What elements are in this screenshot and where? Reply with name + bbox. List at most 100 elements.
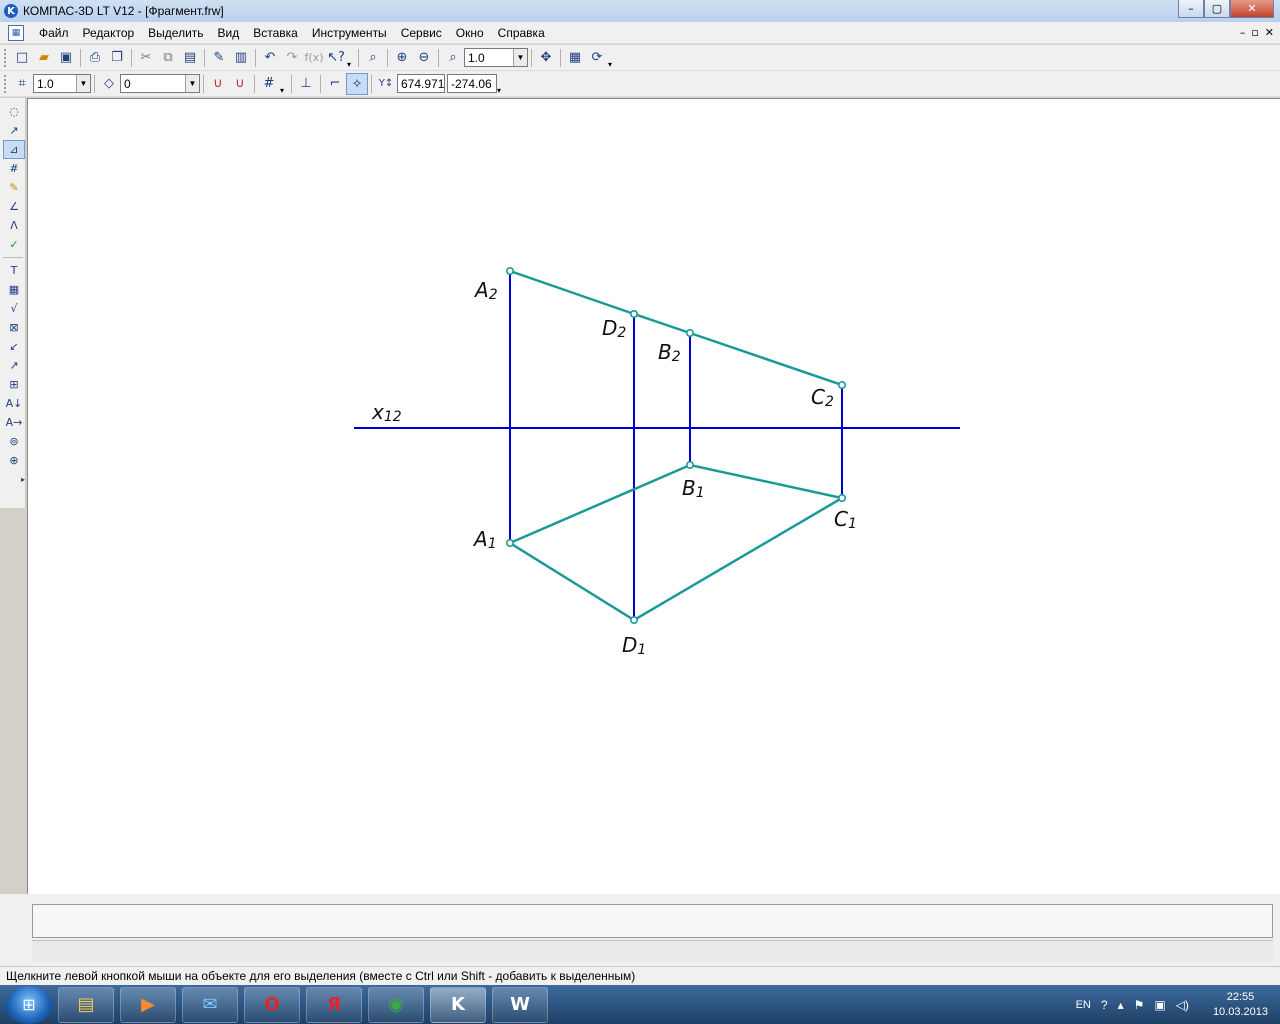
minimize-button[interactable]: – [1178,0,1204,18]
doc-close-button[interactable]: ✕ [1265,26,1274,39]
redo-icon[interactable]: ↷ [281,47,303,69]
local-snap-magnet-icon[interactable]: ∪ [229,73,251,95]
grid-icon[interactable]: # [258,73,280,95]
taskbar-app-button[interactable]: K [430,986,486,1023]
rebuild-icon[interactable]: ▦ [564,47,586,69]
menu-file[interactable]: Файл [32,26,76,40]
menu-help[interactable]: Справка [491,26,552,40]
y-coordinate-field[interactable]: -274.06 [447,74,497,93]
volume-icon[interactable]: ◁) [1176,998,1189,1012]
menu-service[interactable]: Сервис [394,26,449,40]
toolbar-grip[interactable] [4,74,8,93]
snap-magnet-icon[interactable]: ∪ [207,73,229,95]
frontal-projection-line[interactable] [509,269,843,387]
point-b2[interactable] [685,329,694,338]
properties-icon[interactable]: ▥ [230,47,252,69]
center-mark-icon[interactable]: ⊕ [3,451,25,470]
position-leader-icon[interactable]: ↗ [3,356,25,375]
toolbar-grip[interactable] [4,48,8,67]
zoom-scale-combo[interactable]: 1.0 ▼ [464,48,528,67]
geometry-icon[interactable]: ◌ [3,102,25,121]
new-document-icon[interactable]: □ [11,47,33,69]
text-icon[interactable]: T [3,261,25,280]
close-button[interactable]: ✕ [1230,0,1274,18]
menu-view[interactable]: Вид [211,26,247,40]
paste-icon[interactable]: ▤ [179,47,201,69]
menu-edit[interactable]: Редактор [76,26,142,40]
zoom-in-icon[interactable]: ⊕ [391,47,413,69]
view-arrow-icon[interactable]: A→ [3,413,25,432]
panel-expand-icon[interactable]: ▸ [3,470,25,489]
copy-icon[interactable]: ⧉ [157,47,179,69]
horizontal-projection-polygon[interactable] [507,463,846,622]
ortho-mode-icon[interactable]: ⌐ [324,73,346,95]
dimensions-icon[interactable]: ↗ [3,121,25,140]
x-coordinate-field[interactable]: 674.971 [397,74,445,93]
detail-view-icon[interactable]: ⊚ [3,432,25,451]
taskbar-app-button[interactable]: W [492,986,548,1023]
point-b1[interactable] [685,460,694,469]
designations-icon[interactable]: ⊿ [3,140,25,159]
measurements-icon[interactable]: ∠ [3,197,25,216]
toolbar-overflow-icon[interactable]: ▾ [497,73,505,95]
cut-icon[interactable]: ✂ [135,47,157,69]
table-icon[interactable]: ▦ [3,280,25,299]
zoom-window-icon[interactable]: ⌕ [362,47,384,69]
doc-restore-button[interactable]: ▫ [1251,26,1258,39]
drawing-svg[interactable]: x12 A2 D2 B2 C2 A1 B1 C1 D1 [28,99,1280,895]
selection-icon[interactable]: Λ [3,216,25,235]
kompas-app-icon[interactable]: K [4,4,18,18]
save-icon[interactable]: ▣ [55,47,77,69]
toolbar-overflow-icon[interactable]: ▾ [608,47,616,69]
parametric-mode-icon[interactable]: ⟡ [346,72,368,95]
doc-minimize-button[interactable]: – [1240,26,1246,39]
property-panel[interactable] [32,904,1273,938]
layer-combo[interactable]: 0 ▼ [120,74,200,93]
cut-line-icon[interactable]: A↓ [3,394,25,413]
menu-select[interactable]: Выделить [141,26,210,40]
edit-icon[interactable]: # [3,159,25,178]
open-folder-icon[interactable]: ▰ [33,47,55,69]
zoom-scale-icon[interactable]: ⌕ [442,47,464,69]
taskbar-app-button[interactable]: ✉ [182,986,238,1023]
taskbar-app-button[interactable]: ◉ [368,986,424,1023]
clock[interactable]: 22:55 10.03.2013 [1213,990,1268,1020]
point-a1[interactable] [505,538,514,547]
menu-tools[interactable]: Инструменты [305,26,394,40]
chevron-up-icon[interactable]: ▴ [1118,998,1124,1012]
format-brush-icon[interactable]: ✎ [208,47,230,69]
associative-views-icon[interactable]: ✓ [3,235,25,254]
tolerance-icon[interactable]: ⊞ [3,375,25,394]
taskbar-app-button[interactable]: O [244,986,300,1023]
zoom-out-icon[interactable]: ⊖ [413,47,435,69]
chevron-down-icon[interactable]: ▼ [513,49,527,66]
language-indicator[interactable]: EN [1076,999,1091,1011]
undo-icon[interactable]: ↶ [259,47,281,69]
local-cs-icon[interactable]: ⊥ [295,73,317,95]
menu-window[interactable]: Окно [449,26,491,40]
taskbar-app-button[interactable]: ▶ [120,986,176,1023]
menu-insert[interactable]: Вставка [246,26,305,40]
cursor-step-icon[interactable]: ⌗ [11,73,33,95]
function-icon[interactable]: f(x) [303,47,325,69]
roughness-icon[interactable]: √ [3,299,25,318]
point-c1[interactable] [837,493,846,502]
grid-dropdown-icon[interactable]: ▾ [280,73,288,95]
refresh-icon[interactable]: ⟳ [586,47,608,69]
base-designation-icon[interactable]: ⊠ [3,318,25,337]
toolbar-overflow-icon[interactable]: ▾ [347,47,355,69]
network-icon[interactable]: ▣ [1154,998,1165,1012]
action-center-flag-icon[interactable]: ⚑ [1134,998,1145,1012]
start-button[interactable]: ⊞ [6,985,52,1024]
maximize-button[interactable]: ▢ [1204,0,1230,18]
chevron-down-icon[interactable]: ▼ [185,75,199,92]
preview-icon[interactable]: ❐ [106,47,128,69]
document-icon[interactable]: ▦ [8,24,24,41]
step-combo[interactable]: 1.0 ▼ [33,74,91,93]
leader-icon[interactable]: ↙ [3,337,25,356]
point-a2[interactable] [505,267,514,276]
chevron-down-icon[interactable]: ▼ [76,75,90,92]
taskbar-app-button[interactable]: ▤ [58,986,114,1023]
point-d1[interactable] [629,615,638,624]
pan-icon[interactable]: ✥ [535,47,557,69]
